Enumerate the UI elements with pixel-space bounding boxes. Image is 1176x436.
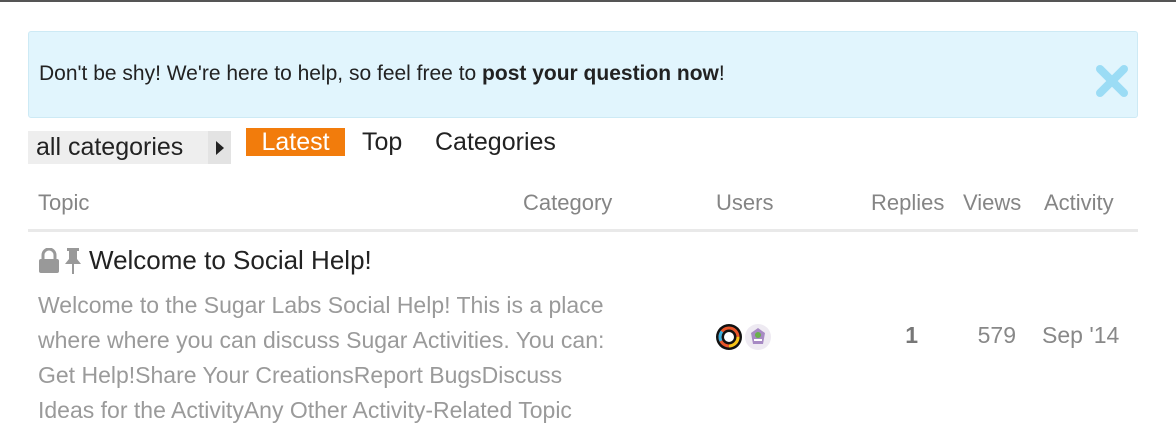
column-header-category[interactable]: Category xyxy=(523,190,612,216)
excerpt-line: Get Help!Share Your CreationsReport Bugs… xyxy=(38,362,563,388)
category-breadcrumb[interactable]: all categories xyxy=(28,131,230,164)
column-header-users: Users xyxy=(716,190,774,215)
close-icon[interactable] xyxy=(1093,62,1131,100)
column-header-topic: Topic xyxy=(38,190,90,215)
view-count: 579 xyxy=(977,322,1016,348)
reply-count: 1 xyxy=(905,322,918,348)
tab-latest[interactable]: Latest xyxy=(246,128,345,156)
column-header-replies[interactable]: Replies xyxy=(871,190,944,216)
activity-date[interactable]: Sep '14 xyxy=(1042,322,1119,349)
excerpt-line: Ideas for the ActivityAny Other Activity… xyxy=(38,397,572,423)
lock-icon xyxy=(38,247,60,274)
topic-title-link[interactable]: Welcome to Social Help! xyxy=(89,245,372,276)
tab-categories[interactable]: Categories xyxy=(435,128,556,156)
top-border xyxy=(0,0,1176,2)
welcome-banner: Don't be shy! We're here to help, so fee… xyxy=(28,31,1138,118)
excerpt-line: Welcome to the Sugar Labs Social Help! T… xyxy=(38,292,604,318)
pin-icon xyxy=(62,247,84,275)
tab-top[interactable]: Top xyxy=(362,128,402,156)
user-avatar[interactable] xyxy=(716,324,742,350)
column-header-activity[interactable]: Activity xyxy=(1044,190,1114,216)
caret-right-icon[interactable] xyxy=(208,131,231,164)
table-row: Welcome to Social Help! Welcome to the S… xyxy=(0,232,1176,436)
post-question-link[interactable]: post your question now xyxy=(482,62,719,85)
excerpt-line: where where you can discuss Sugar Activi… xyxy=(38,327,605,353)
banner-message: Don't be shy! We're here to help, so fee… xyxy=(39,62,725,85)
topic-excerpt[interactable]: Welcome to the Sugar Labs Social Help! T… xyxy=(38,288,688,428)
column-header-views[interactable]: Views xyxy=(963,190,1021,216)
user-avatar[interactable] xyxy=(745,324,771,350)
